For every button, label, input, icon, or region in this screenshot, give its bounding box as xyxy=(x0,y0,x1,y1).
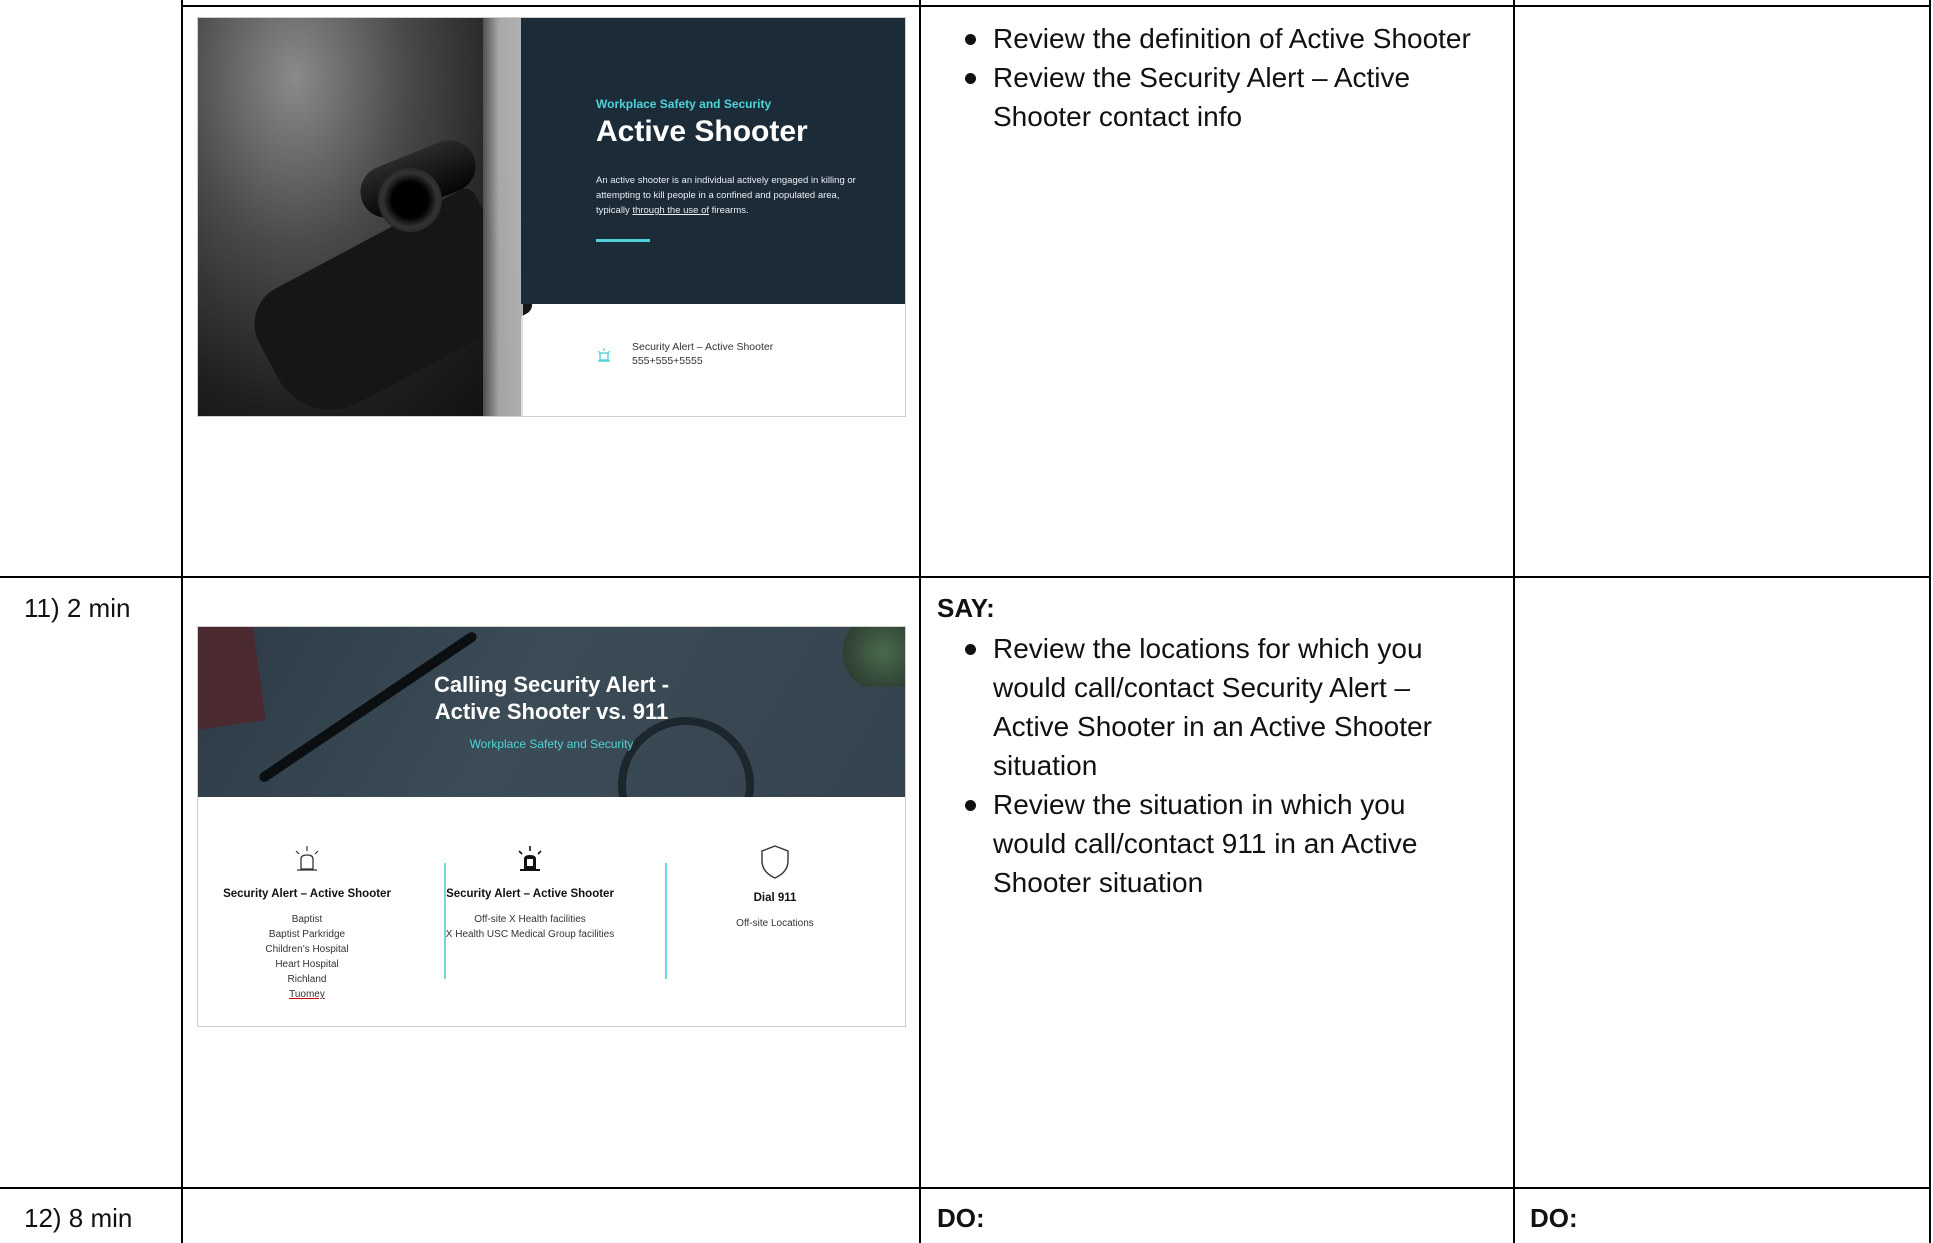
contact-phone: 555+555+5555 xyxy=(632,355,703,367)
table-border-top xyxy=(181,5,1931,7)
contact-name: Security Alert – Active Shooter xyxy=(632,341,774,353)
list-item: Review the situation in which you would … xyxy=(957,785,1477,902)
row2-bullet-list: Review the locations for which you would… xyxy=(957,629,1477,902)
accent-bar xyxy=(596,239,650,242)
table-border-col3 xyxy=(1513,0,1515,1243)
table-border-col2 xyxy=(919,0,921,1243)
slide-column-2: Security Alert – Active Shooter Off-site… xyxy=(430,843,630,942)
table-row-divider-1 xyxy=(0,576,1931,578)
slide-description: An active shooter is an individual activ… xyxy=(596,175,856,216)
document-table: Workplace Safety and Security Active Sho… xyxy=(0,0,1933,1243)
slide-kicker: Workplace Safety and Security xyxy=(596,97,772,111)
do-label: DO: xyxy=(937,1203,985,1233)
column-divider xyxy=(665,863,667,979)
rifle-photo xyxy=(198,18,536,416)
table-border-right xyxy=(1929,0,1931,1243)
column-lines: Off-site Locations xyxy=(736,918,814,929)
table-border-col1 xyxy=(181,0,183,1243)
column-lines: Off-site X Health facilities X Health US… xyxy=(445,914,615,940)
column-heading: Security Alert – Active Shooter xyxy=(446,888,614,900)
slide-thumbnail-calling-security: Calling Security Alert - Active Shooter … xyxy=(197,626,906,1027)
slide-thumbnail-active-shooter: Workplace Safety and Security Active Sho… xyxy=(197,17,906,417)
slide-title: Calling Security Alert - Active Shooter … xyxy=(433,672,670,724)
slide-contact: Security Alert – Active Shooter 555+555+… xyxy=(632,340,773,368)
do-label-notes: DO: xyxy=(1530,1203,1578,1233)
alarm-light-filled-icon xyxy=(430,843,630,882)
list-item: Review the locations for which you would… xyxy=(957,629,1477,785)
column-lines: Baptist Baptist Parkridge Children’s Hos… xyxy=(265,914,349,1000)
column-heading: Dial 911 xyxy=(753,892,797,904)
list-item: Review the Security Alert – Active Shoot… xyxy=(957,58,1477,136)
slide-column-1: Security Alert – Active Shooter Baptist … xyxy=(207,843,407,1002)
column-heading: Security Alert – Active Shooter xyxy=(223,888,391,900)
slide-subtitle: Workplace Safety and Security xyxy=(469,737,634,751)
row-time: 12) 8 min xyxy=(24,1203,133,1233)
slide-column-3: Dial 911 Off-site Locations xyxy=(675,843,875,931)
slide-title-panel: Workplace Safety and Security Active Sho… xyxy=(521,18,905,304)
slide-title: Active Shooter xyxy=(596,115,808,148)
row1-bullet-list: Review the definition of Active Shooter … xyxy=(957,19,1477,136)
list-item: Review the definition of Active Shooter xyxy=(957,19,1477,58)
row-time: 11) 2 min xyxy=(24,593,131,623)
table-row-divider-2 xyxy=(0,1187,1931,1189)
say-label: SAY: xyxy=(937,593,995,623)
alarm-light-icon xyxy=(596,347,612,368)
alarm-light-outline-icon xyxy=(207,843,407,882)
shield-icon xyxy=(675,843,875,886)
